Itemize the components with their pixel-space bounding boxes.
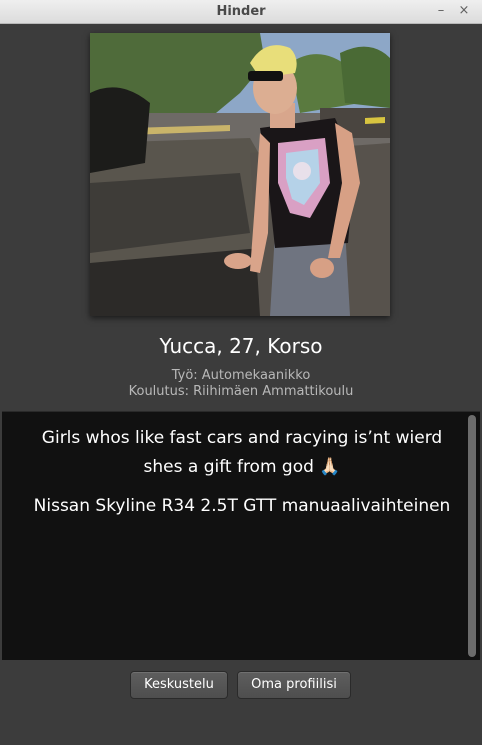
close-icon[interactable]: × [456, 3, 472, 19]
profile-name-age-location: Yucca, 27, Korso [159, 334, 323, 358]
profile-bio: Girls whos like fast cars and racying is… [41, 428, 443, 477]
profile-photo [90, 33, 390, 316]
profile-job: Työ: Automekaanikko [171, 368, 311, 383]
profile-education: Koulutus: Riihimäen Ammattikoulu [128, 384, 354, 399]
bio-panel[interactable]: Girls whos like fast cars and racying is… [2, 411, 480, 660]
window-title: Hinder [216, 4, 266, 19]
app-window: Hinder – × Yucca, 27, Korso Työ: Automek… [0, 0, 482, 745]
profile-photo-image [90, 33, 390, 316]
title-bar[interactable]: Hinder – × [0, 0, 482, 24]
chat-button[interactable]: Keskustelu [130, 671, 228, 699]
bio-scrollbar-thumb[interactable] [468, 415, 476, 657]
profile-car: Nissan Skyline R34 2.5T GTT manuaalivaih… [33, 496, 451, 516]
own-profile-button[interactable]: Oma profiilisi [237, 671, 351, 699]
bio-scrollbar[interactable] [467, 414, 478, 658]
minimize-icon[interactable]: – [433, 3, 449, 19]
